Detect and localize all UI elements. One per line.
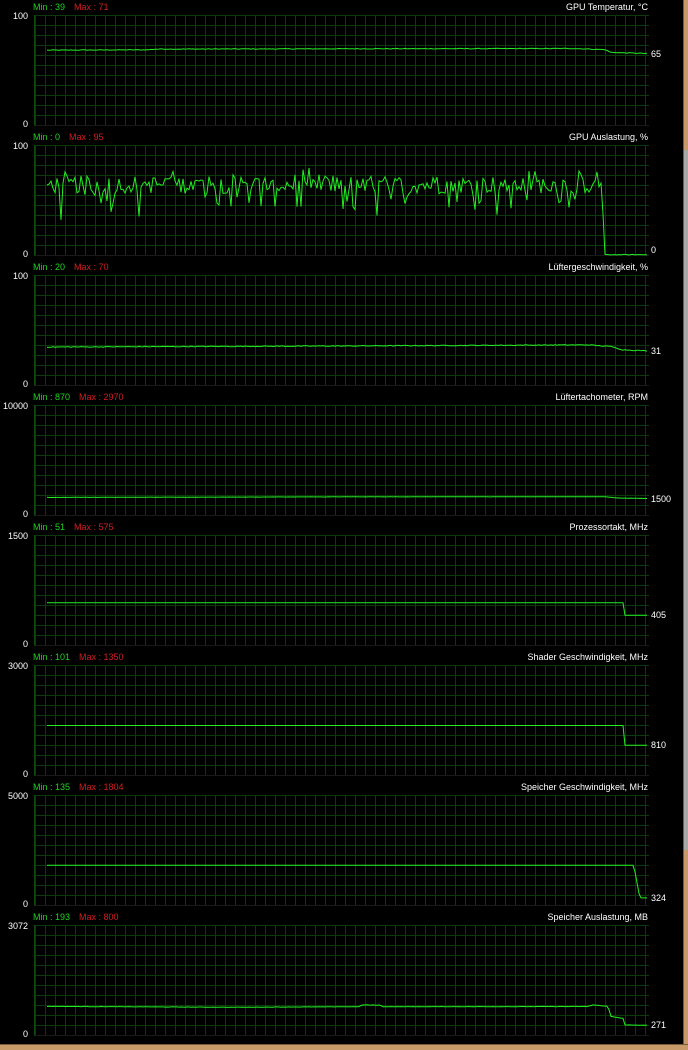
graph-svg xyxy=(46,47,648,55)
graph-title: Shader Geschwindigkeit, MHz xyxy=(527,652,648,662)
window-border-bottom xyxy=(0,1044,688,1050)
max-value: Max : 575 xyxy=(74,522,114,532)
scrollbar-thumb[interactable] xyxy=(684,150,688,850)
current-value: 405 xyxy=(651,610,667,621)
max-value: Max : 2970 xyxy=(79,392,124,402)
graph-header: Min : 0 Max : 95 GPU Auslastung, % xyxy=(0,130,683,145)
min-value: Min : 0 xyxy=(33,132,61,142)
graph-panel: Min : 101 Max : 1350 Shader Geschwindigke… xyxy=(0,650,683,780)
y-axis-min: 0 xyxy=(22,1029,28,1039)
graph-title: Speicher Auslastung, MB xyxy=(547,912,648,922)
graph-panel: Min : 135 Max : 1804 Speicher Geschwindig… xyxy=(0,780,683,910)
current-value: 271 xyxy=(651,1020,667,1031)
graph-line xyxy=(47,864,647,899)
min-value: Min : 870 xyxy=(33,392,71,402)
graph-plot-area[interactable] xyxy=(34,145,649,256)
graph-plot-area[interactable] xyxy=(34,275,649,386)
graph-svg xyxy=(46,344,648,352)
graph-plot-area[interactable] xyxy=(34,665,649,776)
y-axis-max: 3072 xyxy=(7,921,28,931)
graph-header: Min : 101 Max : 1350 Shader Geschwindigke… xyxy=(0,650,683,665)
graph-panel: Min : 20 Max : 70 Lüftergeschwindigkeit, … xyxy=(0,260,683,390)
graph-header: Min : 51 Max : 575 Prozessortakt, MHz xyxy=(0,520,683,535)
graph-svg xyxy=(46,496,647,499)
min-value: Min : 51 xyxy=(33,522,66,532)
graph-line xyxy=(46,344,648,352)
y-axis-max: 1500 xyxy=(7,531,28,541)
current-value: 65 xyxy=(651,48,662,59)
y-axis-max: 10000 xyxy=(2,401,28,411)
graph-plot-area[interactable] xyxy=(34,925,649,1036)
graph-title: GPU Temperatur, °C xyxy=(566,2,648,12)
graph-title: Lüftergeschwindigkeit, % xyxy=(548,262,648,272)
max-value: Max : 800 xyxy=(79,912,119,922)
min-value: Min : 135 xyxy=(33,782,71,792)
current-value: 1500 xyxy=(651,493,672,504)
y-axis-max: 100 xyxy=(12,11,28,21)
max-value: Max : 95 xyxy=(69,132,104,142)
min-value: Min : 101 xyxy=(33,652,71,662)
current-value: 0 xyxy=(651,245,657,255)
y-axis-max: 3000 xyxy=(7,661,28,671)
graph-header: Min : 870 Max : 2970 Lüftertachometer, RP… xyxy=(0,390,683,405)
y-axis-min: 0 xyxy=(22,639,28,649)
graph-svg xyxy=(47,864,647,899)
graph-header: Min : 20 Max : 70 Lüftergeschwindigkeit, … xyxy=(0,260,683,275)
graph-line xyxy=(46,47,648,55)
graph-header: Min : 193 Max : 800 Speicher Auslastung, … xyxy=(0,910,683,925)
graph-svg xyxy=(47,602,647,616)
graph-line xyxy=(47,602,647,616)
y-axis-max: 100 xyxy=(12,141,28,151)
y-axis-min: 0 xyxy=(22,769,28,779)
graph-plot-area[interactable] xyxy=(34,15,649,126)
y-axis-max: 5000 xyxy=(7,791,28,801)
y-axis-min: 0 xyxy=(22,119,28,129)
hardware-monitor-window: Min : 39 Max : 71 GPU Temperatur, °C 100 … xyxy=(0,0,688,1050)
y-axis-min: 0 xyxy=(22,509,28,519)
max-value: Max : 1350 xyxy=(79,652,124,662)
min-value: Min : 39 xyxy=(33,2,66,12)
graph-plot-area[interactable] xyxy=(34,535,649,646)
current-value: 31 xyxy=(651,345,662,356)
graph-title: Speicher Geschwindigkeit, MHz xyxy=(520,782,648,792)
graph-svg xyxy=(46,167,647,256)
graph-title: GPU Auslastung, % xyxy=(568,132,648,142)
y-axis-min: 0 xyxy=(22,379,28,389)
current-value: 810 xyxy=(651,740,667,751)
y-axis-min: 0 xyxy=(22,899,28,909)
graph-svg xyxy=(46,1004,648,1026)
max-value: Max : 1804 xyxy=(79,782,124,792)
graph-line xyxy=(46,1004,648,1026)
graph-line xyxy=(47,725,647,746)
graph-panel: Min : 870 Max : 2970 Lüftertachometer, RP… xyxy=(0,390,683,520)
graph-plot-area[interactable] xyxy=(34,405,649,516)
graph-title: Lüftertachometer, RPM xyxy=(555,392,648,402)
graph-plot-area[interactable] xyxy=(34,795,649,906)
graph-svg xyxy=(47,725,647,746)
current-value: 324 xyxy=(651,892,667,903)
graph-panel: Min : 39 Max : 71 GPU Temperatur, °C 100 … xyxy=(0,0,683,130)
graph-title: Prozessortakt, MHz xyxy=(569,522,648,532)
graph-panel: Min : 0 Max : 95 GPU Auslastung, % 100 0 … xyxy=(0,130,683,260)
graph-header: Min : 39 Max : 71 GPU Temperatur, °C xyxy=(0,0,683,15)
graph-panel: Min : 193 Max : 800 Speicher Auslastung, … xyxy=(0,910,683,1040)
y-axis-max: 100 xyxy=(12,271,28,281)
graph-panel: Min : 51 Max : 575 Prozessortakt, MHz 150… xyxy=(0,520,683,650)
graph-line xyxy=(46,167,647,256)
min-value: Min : 193 xyxy=(33,912,71,922)
max-value: Max : 70 xyxy=(74,262,109,272)
graph-header: Min : 135 Max : 1804 Speicher Geschwindig… xyxy=(0,780,683,795)
min-value: Min : 20 xyxy=(33,262,66,272)
max-value: Max : 71 xyxy=(74,2,109,12)
y-axis-min: 0 xyxy=(22,249,28,259)
graph-line xyxy=(46,496,647,499)
